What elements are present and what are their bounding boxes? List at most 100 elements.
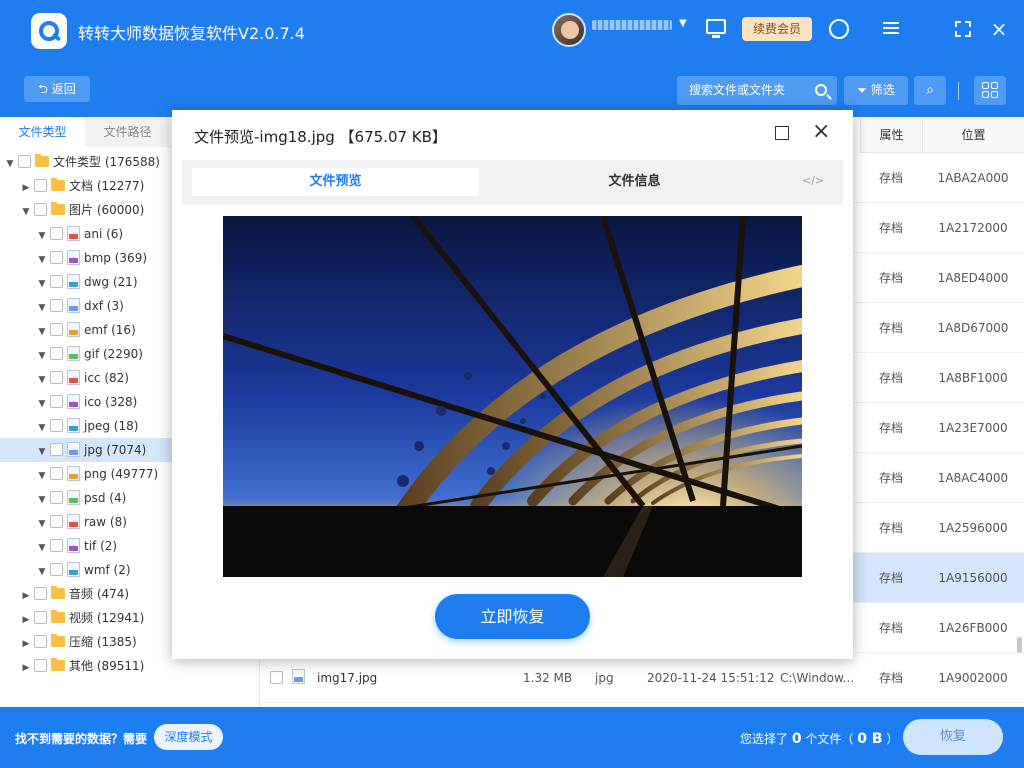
- tab-file-info[interactable]: 文件信息: [482, 168, 787, 196]
- tree-checkbox[interactable]: [50, 467, 63, 480]
- dialog-maximize-icon[interactable]: [775, 126, 789, 140]
- tree-item[interactable]: ▼ psd (4): [36, 486, 126, 510]
- tree-item[interactable]: ▼ wmf (2): [36, 558, 131, 582]
- tree-checkbox[interactable]: [50, 419, 63, 432]
- row-checkbox[interactable]: [270, 671, 283, 684]
- tree-item[interactable]: ▼ bmp (369): [36, 246, 147, 270]
- collapse-arrow-icon[interactable]: ▼: [36, 320, 48, 344]
- collapse-arrow-icon[interactable]: ▼: [4, 152, 16, 176]
- tree-checkbox[interactable]: [50, 347, 63, 360]
- tree-checkbox[interactable]: [50, 395, 63, 408]
- deep-mode-button[interactable]: 深度模式: [154, 724, 223, 750]
- tree-checkbox[interactable]: [34, 659, 47, 672]
- renew-vip-button[interactable]: 续费会员: [742, 17, 812, 41]
- table-row[interactable]: img17.jpg 1.32 MB jpg 2020-11-24 15:51:12 C:…: [260, 653, 1024, 703]
- tree-item[interactable]: ▼ jpeg (18): [36, 414, 138, 438]
- expand-arrow-icon[interactable]: ▶: [20, 656, 32, 680]
- tree-checkbox[interactable]: [34, 179, 47, 192]
- tab-file-path[interactable]: 文件路径: [85, 117, 170, 147]
- tree-checkbox[interactable]: [50, 539, 63, 552]
- code-icon[interactable]: </>: [802, 174, 824, 187]
- grid-view-icon[interactable]: [974, 76, 1006, 105]
- monitor-icon[interactable]: [706, 19, 726, 38]
- tree-checkbox[interactable]: [50, 227, 63, 240]
- tree-item[interactable]: ▼ 文件类型 (176588): [4, 150, 160, 174]
- collapse-arrow-icon[interactable]: ▼: [36, 416, 48, 440]
- tree-item[interactable]: ▼ dxf (3): [36, 294, 124, 318]
- tree-item[interactable]: ▼ 图片 (60000): [20, 198, 144, 222]
- collapse-arrow-icon[interactable]: ▼: [36, 512, 48, 536]
- tree-item[interactable]: ▶ 文档 (12277): [20, 174, 144, 198]
- collapse-arrow-icon[interactable]: ▼: [36, 536, 48, 560]
- tree-item[interactable]: ▶ 音频 (474): [20, 582, 129, 606]
- collapse-arrow-icon[interactable]: ▼: [36, 392, 48, 416]
- tree-item-label: bmp (369): [84, 251, 148, 265]
- back-button[interactable]: ⮌ 返回: [24, 76, 90, 102]
- user-avatar[interactable]: [552, 13, 586, 47]
- tree-checkbox[interactable]: [50, 491, 63, 504]
- support-icon[interactable]: [826, 16, 852, 42]
- recover-button[interactable]: 恢复: [903, 719, 1003, 755]
- collapse-arrow-icon[interactable]: ▼: [36, 464, 48, 488]
- expand-arrow-icon[interactable]: ▶: [20, 176, 32, 200]
- expand-arrow-icon[interactable]: ▶: [20, 608, 32, 632]
- tree-checkbox[interactable]: [50, 515, 63, 528]
- user-dropdown-chevron-icon[interactable]: ▼: [679, 18, 687, 29]
- tree-item[interactable]: ▼ ico (328): [36, 390, 137, 414]
- tree-item[interactable]: ▼ gif (2290): [36, 342, 143, 366]
- tree-item[interactable]: ▼ emf (16): [36, 318, 136, 342]
- tree-checkbox[interactable]: [50, 275, 63, 288]
- tree-checkbox[interactable]: [34, 635, 47, 648]
- search-icon[interactable]: [815, 84, 827, 96]
- expand-arrow-icon[interactable]: ▶: [20, 584, 32, 608]
- tree-checkbox[interactable]: [50, 563, 63, 576]
- filter-button[interactable]: ⏷ 筛选: [844, 76, 908, 105]
- tree-item[interactable]: ▼ png (49777): [36, 462, 158, 486]
- search-input[interactable]: 搜索文件或文件夹: [677, 76, 837, 105]
- tree-item[interactable]: ▶ 视频 (12941): [20, 606, 144, 630]
- maximize-icon[interactable]: [950, 16, 976, 42]
- scan-view-icon[interactable]: ⌕: [914, 76, 946, 105]
- tree-checkbox[interactable]: [34, 203, 47, 216]
- tab-file-preview[interactable]: 文件预览: [192, 168, 479, 196]
- image-file-icon: [67, 322, 80, 337]
- tree-item[interactable]: ▼ dwg (21): [36, 270, 138, 294]
- dialog-close-icon[interactable]: ×: [812, 120, 830, 144]
- collapse-arrow-icon[interactable]: ▼: [36, 344, 48, 368]
- collapse-arrow-icon[interactable]: ▼: [36, 296, 48, 320]
- tree-checkbox[interactable]: [50, 371, 63, 384]
- collapse-arrow-icon[interactable]: ▼: [36, 224, 48, 248]
- collapse-arrow-icon[interactable]: ▼: [36, 440, 48, 464]
- expand-arrow-icon[interactable]: ▶: [20, 632, 32, 656]
- column-header-attribute[interactable]: 属性: [860, 117, 922, 153]
- file-path: C:\Window...: [780, 671, 855, 685]
- tree-item[interactable]: ▼ icc (82): [36, 366, 129, 390]
- close-icon[interactable]: ×: [986, 16, 1012, 42]
- tree-checkbox[interactable]: [34, 587, 47, 600]
- row-position: 1A9156000: [938, 571, 1008, 585]
- collapse-arrow-icon[interactable]: ▼: [20, 200, 32, 224]
- tree-checkbox[interactable]: [50, 251, 63, 264]
- tab-file-type[interactable]: 文件类型: [0, 117, 85, 147]
- collapse-arrow-icon[interactable]: ▼: [36, 560, 48, 584]
- tree-checkbox[interactable]: [50, 443, 63, 456]
- tree-item[interactable]: ▶ 压缩 (1385): [20, 630, 137, 654]
- collapse-arrow-icon[interactable]: ▼: [36, 368, 48, 392]
- tree-checkbox[interactable]: [50, 323, 63, 336]
- tree-item[interactable]: ▼ jpg (7074): [36, 438, 146, 462]
- tree-item[interactable]: ▼ tif (2): [36, 534, 117, 558]
- tree-checkbox[interactable]: [50, 299, 63, 312]
- menu-icon[interactable]: [878, 16, 904, 42]
- tree-item[interactable]: ▼ ani (6): [36, 222, 123, 246]
- restore-now-button[interactable]: 立即恢复: [435, 594, 590, 639]
- tree-item[interactable]: ▼ raw (8): [36, 510, 127, 534]
- column-header-position[interactable]: 位置: [922, 117, 1024, 153]
- collapse-arrow-icon[interactable]: ▼: [36, 488, 48, 512]
- username-redacted[interactable]: [592, 20, 672, 30]
- tree-item[interactable]: ▶ 其他 (89511): [20, 654, 144, 678]
- collapse-arrow-icon[interactable]: ▼: [36, 248, 48, 272]
- table-scrollbar[interactable]: [1017, 637, 1022, 653]
- tree-checkbox[interactable]: [34, 611, 47, 624]
- tree-checkbox[interactable]: [18, 155, 31, 168]
- collapse-arrow-icon[interactable]: ▼: [36, 272, 48, 296]
